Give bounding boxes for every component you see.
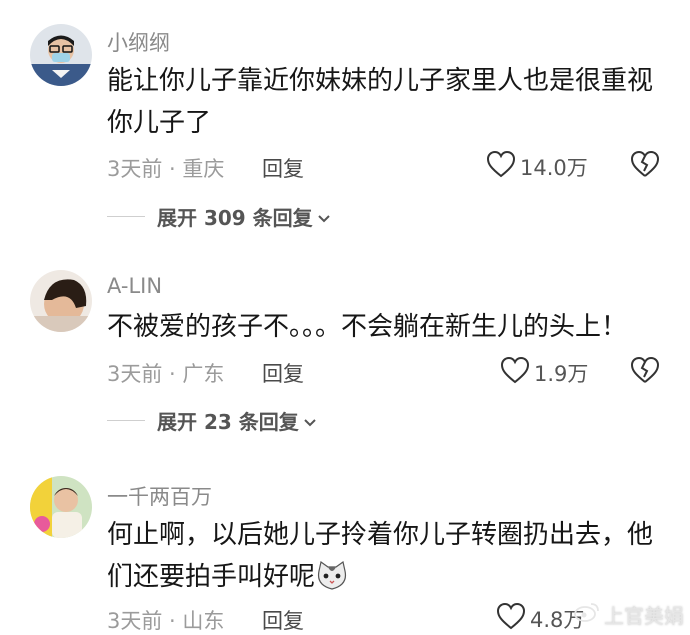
comment-time-location: 3天前 · 山东 bbox=[107, 609, 225, 633]
expand-replies-label: 展开 23 条回复 bbox=[157, 410, 299, 434]
comment-time-location: 3天前 · 重庆 bbox=[107, 157, 225, 181]
dislike-button[interactable] bbox=[630, 356, 660, 388]
chevron-down-icon bbox=[317, 205, 331, 229]
username[interactable]: A-LIN bbox=[107, 274, 162, 298]
expand-replies-button[interactable]: 展开 23 条回复 bbox=[107, 406, 317, 435]
comment-text: 能让你儿子靠近你妹妹的儿子家里人也是很重视你儿子了 bbox=[107, 66, 654, 138]
broken-heart-icon bbox=[630, 356, 660, 388]
expand-replies-label: 展开 309 条回复 bbox=[157, 206, 313, 230]
watermark-text: 上官美娟 bbox=[604, 604, 684, 628]
reply-button[interactable]: 回复 bbox=[262, 358, 304, 388]
reply-button[interactable]: 回复 bbox=[262, 153, 304, 183]
divider bbox=[107, 216, 145, 217]
broken-heart-icon bbox=[630, 150, 660, 182]
chevron-down-icon bbox=[303, 409, 317, 433]
cat-face-emoji-icon bbox=[315, 560, 349, 604]
heart-icon bbox=[486, 150, 516, 183]
username[interactable]: 小纲纲 bbox=[107, 27, 170, 57]
comment-text: 不被爱的孩子不。。。不会躺在新生儿的头上！ bbox=[107, 312, 628, 342]
heart-icon bbox=[496, 602, 526, 635]
dislike-button[interactable] bbox=[630, 150, 660, 182]
heart-icon bbox=[500, 356, 530, 389]
username[interactable]: 一千两百万 bbox=[107, 481, 212, 511]
like-button[interactable]: 4.8万 bbox=[496, 602, 584, 635]
divider bbox=[107, 420, 145, 421]
comment-time-location: 3天前 · 广东 bbox=[107, 362, 225, 386]
expand-replies-button[interactable]: 展开 309 条回复 bbox=[107, 202, 331, 231]
avatar[interactable] bbox=[30, 24, 92, 86]
comment-text-body: 何止啊，以后她儿子拎着你儿子转圈扔出去，他们还要拍手叫好呢 bbox=[107, 520, 654, 592]
like-count: 14.0万 bbox=[520, 155, 588, 180]
like-button[interactable]: 14.0万 bbox=[486, 150, 588, 183]
like-count: 1.9万 bbox=[534, 361, 589, 386]
like-button[interactable]: 1.9万 bbox=[500, 356, 588, 389]
reply-button[interactable]: 回复 bbox=[262, 605, 304, 635]
weibo-logo-icon bbox=[574, 601, 600, 628]
avatar[interactable] bbox=[30, 476, 92, 538]
avatar[interactable] bbox=[30, 270, 92, 332]
weibo-watermark: 上官美娟 bbox=[574, 600, 684, 629]
comment-text: 何止啊，以后她儿子拎着你儿子转圈扔出去，他们还要拍手叫好呢 bbox=[107, 514, 667, 604]
